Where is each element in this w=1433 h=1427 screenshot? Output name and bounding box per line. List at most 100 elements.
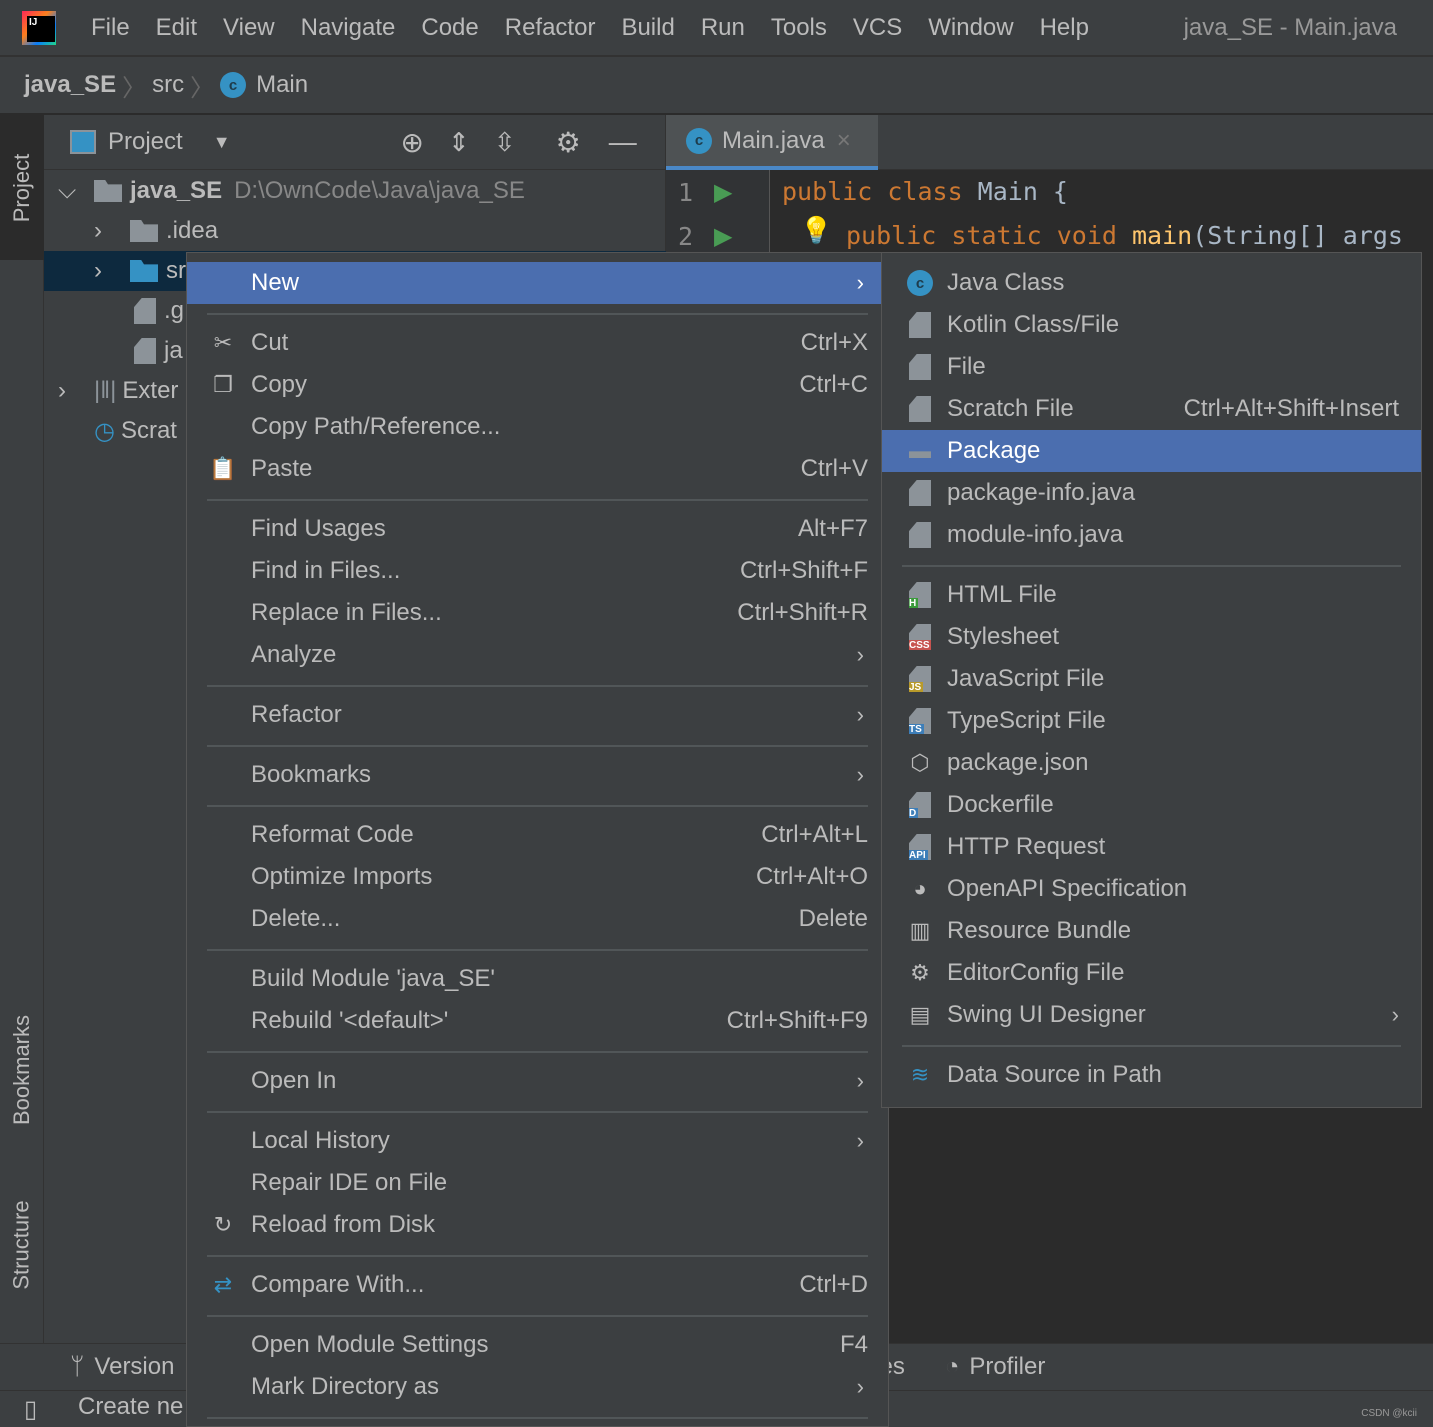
project-view-dropdown[interactable]: Project: [108, 128, 183, 156]
menu-item-html-file[interactable]: H HTML File: [882, 574, 1421, 616]
layout-icon[interactable]: ▯: [24, 1395, 37, 1424]
keyword: public: [782, 177, 888, 206]
menu-item-label: Open Module Settings: [251, 1331, 489, 1358]
menu-window[interactable]: Window: [928, 14, 1013, 42]
code-line-1[interactable]: public class Main {: [782, 177, 1068, 206]
menu-edit[interactable]: Edit: [156, 14, 197, 42]
chevron-right-icon: ›: [856, 1374, 864, 1399]
locate-icon[interactable]: ⊕: [401, 126, 424, 159]
menu-item-javascript-file[interactable]: JS JavaScript File: [882, 658, 1421, 700]
menu-code[interactable]: Code: [421, 14, 478, 42]
menu-item-reload-from-disk[interactable]: ↻ Reload from Disk: [187, 1204, 888, 1246]
menu-tools[interactable]: Tools: [771, 14, 827, 42]
menu-item-typescript-file[interactable]: TS TypeScript File: [882, 700, 1421, 742]
menu-vcs[interactable]: VCS: [853, 14, 902, 42]
row-label: ja: [164, 337, 183, 364]
menu-item-label: HTML File: [947, 581, 1057, 608]
menu-item-openapi-specification[interactable]: ◕ OpenAPI Specification: [882, 868, 1421, 910]
tree-row-root[interactable]: ⌵ java_SE D:\OwnCode\Java\java_SE: [58, 171, 525, 211]
breadcrumb-project[interactable]: java_SE: [24, 71, 116, 99]
close-icon[interactable]: ×: [837, 127, 851, 155]
menu-item-file[interactable]: File: [882, 346, 1421, 388]
menu-item-rebuild-default[interactable]: Rebuild '<default>' Ctrl+Shift+F9: [187, 1000, 888, 1042]
compare-icon: ⇄: [213, 1272, 233, 1297]
menu-item-bookmarks[interactable]: Bookmarks ›: [187, 754, 888, 796]
menu-refactor[interactable]: Refactor: [505, 14, 596, 42]
menu-item-data-source-in-path[interactable]: ≋ Data Source in Path: [882, 1054, 1421, 1096]
menu-item-label: Find Usages: [251, 515, 386, 542]
menu-item-copy[interactable]: ❐ Copy Ctrl+C: [187, 364, 888, 406]
java-class-icon: c: [906, 269, 934, 297]
menu-item-package[interactable]: ▬ Package: [882, 430, 1421, 472]
run-icon[interactable]: ▶: [714, 222, 732, 251]
line-number: 2: [678, 222, 694, 251]
expand-all-icon[interactable]: ⇕: [448, 127, 470, 158]
menu-item-label: Java Class: [947, 269, 1065, 296]
code-line-2[interactable]: public static void main(String[] args: [846, 221, 1403, 250]
version-control-tab[interactable]: Version: [94, 1353, 174, 1381]
menu-item-dockerfile[interactable]: D Dockerfile: [882, 784, 1421, 826]
menu-item-kotlin-class-file[interactable]: Kotlin Class/File: [882, 304, 1421, 346]
menu-item-cut[interactable]: ✂ Cut Ctrl+X: [187, 322, 888, 364]
menu-item-editorconfig-file[interactable]: ⚙ EditorConfig File: [882, 952, 1421, 994]
menu-item-swing-ui-designer[interactable]: ▤ Swing UI Designer ›: [882, 994, 1421, 1036]
profiler-tab[interactable]: Profiler: [969, 1353, 1045, 1381]
run-icon[interactable]: ▶: [714, 178, 732, 207]
menu-help[interactable]: Help: [1040, 14, 1089, 42]
scissors-icon: ✂: [213, 330, 233, 355]
menu-item-label: Open In: [251, 1067, 337, 1094]
lightbulb-icon[interactable]: 💡: [800, 215, 832, 246]
menu-item-open-module-settings[interactable]: Open Module Settings F4: [187, 1324, 888, 1366]
menu-item-repair-ide-on-file[interactable]: Repair IDE on File: [187, 1162, 888, 1204]
minimize-icon[interactable]: —: [609, 126, 637, 158]
tree-row-external-libraries[interactable]: › |‖| Exter: [58, 371, 178, 411]
menu-item-package-json[interactable]: ⬡ package.json: [882, 742, 1421, 784]
menu-item-refactor[interactable]: Refactor ›: [187, 694, 888, 736]
structure-tool-tab[interactable]: Structure: [0, 1180, 44, 1310]
menu-run[interactable]: Run: [701, 14, 745, 42]
project-tool-tab[interactable]: Project: [0, 115, 44, 260]
tree-row-gitignore[interactable]: .g: [134, 291, 184, 331]
tab-main-java[interactable]: c Main.java ×: [666, 115, 878, 170]
breadcrumb-main[interactable]: Main: [256, 71, 308, 99]
menu-item-build-module-java-se[interactable]: Build Module 'java_SE': [187, 958, 888, 1000]
menu-item-find-usages[interactable]: Find Usages Alt+F7: [187, 508, 888, 550]
menu-item-local-history[interactable]: Local History ›: [187, 1120, 888, 1162]
menu-view[interactable]: View: [223, 14, 275, 42]
menu-item-analyze[interactable]: Analyze ›: [187, 634, 888, 676]
menu-item-delete[interactable]: Delete... Delete: [187, 898, 888, 940]
menu-item-reformat-code[interactable]: Reformat Code Ctrl+Alt+L: [187, 814, 888, 856]
tree-row-idea[interactable]: › .idea: [94, 211, 218, 251]
collapse-all-icon[interactable]: ⇳: [494, 127, 516, 158]
shortcut-label: Ctrl+C: [799, 371, 868, 398]
menu-item-scratch-file[interactable]: Scratch File Ctrl+Alt+Shift+Insert: [882, 388, 1421, 430]
menu-item-mark-directory-as[interactable]: Mark Directory as ›: [187, 1366, 888, 1408]
menu-build[interactable]: Build: [621, 14, 674, 42]
chevron-down-icon[interactable]: ▼: [213, 132, 231, 153]
menu-item-stylesheet[interactable]: CSS Stylesheet: [882, 616, 1421, 658]
tree-row-scratches[interactable]: ◷ Scrat: [94, 411, 177, 451]
menu-item-resource-bundle[interactable]: ▥ Resource Bundle: [882, 910, 1421, 952]
scratch-file-icon: [906, 395, 934, 423]
menu-item-find-in-files[interactable]: Find in Files... Ctrl+Shift+F: [187, 550, 888, 592]
menu-item-package-info-java[interactable]: package-info.java: [882, 472, 1421, 514]
menu-item-paste[interactable]: 📋 Paste Ctrl+V: [187, 448, 888, 490]
gear-icon[interactable]: ⚙: [556, 126, 581, 159]
menu-item-copy-path-reference[interactable]: Copy Path/Reference...: [187, 406, 888, 448]
menu-item-optimize-imports[interactable]: Optimize Imports Ctrl+Alt+O: [187, 856, 888, 898]
menu-item-new[interactable]: New ›: [187, 262, 888, 304]
menu-item-label: Resource Bundle: [947, 917, 1132, 944]
menu-item-replace-in-files[interactable]: Replace in Files... Ctrl+Shift+R: [187, 592, 888, 634]
menu-item-compare-with[interactable]: ⇄ Compare With... Ctrl+D: [187, 1264, 888, 1306]
tree-row-iml[interactable]: ja: [134, 331, 183, 371]
menu-file[interactable]: File: [91, 14, 130, 42]
menu-item-open-in[interactable]: Open In ›: [187, 1060, 888, 1102]
menu-navigate[interactable]: Navigate: [301, 14, 396, 42]
breadcrumb-src[interactable]: src: [152, 71, 184, 99]
menu-item-http-request[interactable]: API HTTP Request: [882, 826, 1421, 868]
bookmarks-tool-tab[interactable]: Bookmarks: [0, 985, 44, 1155]
menu-item-label: Copy: [251, 371, 308, 398]
menu-item-module-info-java[interactable]: module-info.java: [882, 514, 1421, 556]
chevron-right-icon: ›: [856, 270, 864, 295]
menu-item-java-class[interactable]: c Java Class: [882, 262, 1421, 304]
